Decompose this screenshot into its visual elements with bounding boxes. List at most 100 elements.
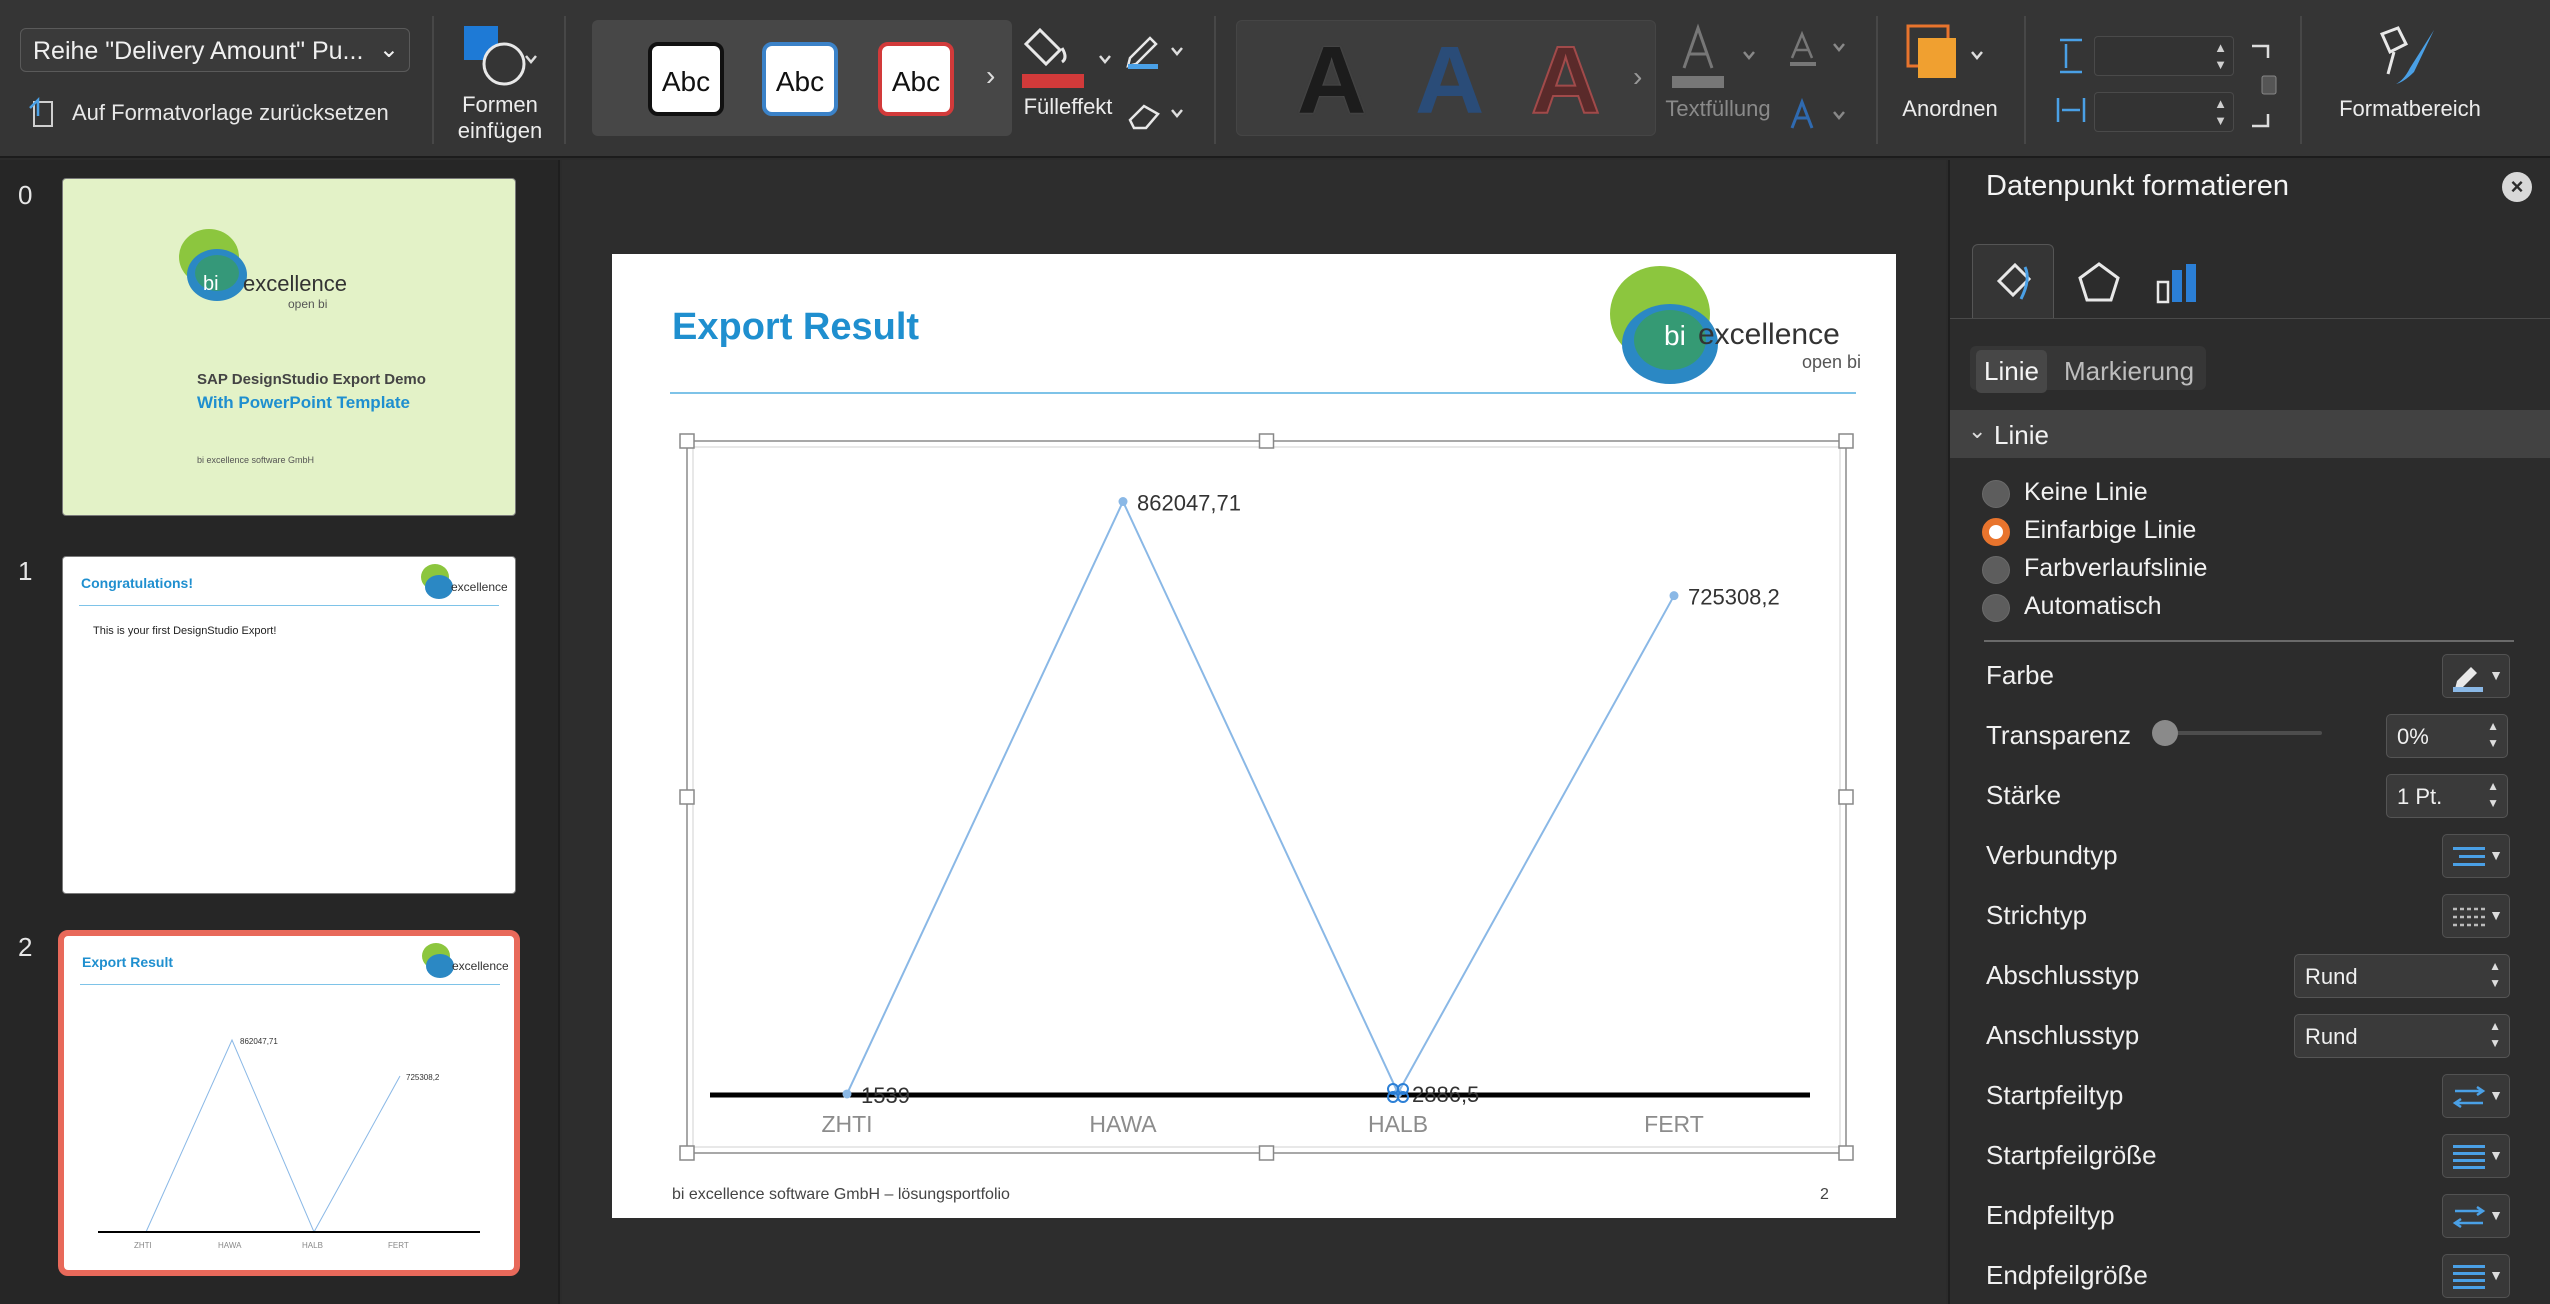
gallery-more-icon[interactable]: ›: [1633, 61, 1642, 93]
reset-style-button[interactable]: Auf Formatvorlage zurücksetzen: [24, 94, 424, 134]
data-label[interactable]: 1539: [861, 1083, 910, 1108]
slide-thumbnails-panel: 0 excellence open bi bi SAP DesignStudio…: [0, 160, 560, 1304]
wordart-style[interactable]: A: [1530, 32, 1601, 130]
stepper-icon[interactable]: ▲ ▼: [2487, 718, 2499, 752]
text-fill-button[interactable]: Textfüllung: [1660, 22, 1771, 132]
arrow-type-icon: [2452, 1085, 2486, 1109]
cap-type-select[interactable]: Rund ▲ ▼: [2294, 954, 2510, 998]
resize-handle[interactable]: [679, 789, 695, 805]
effects-button[interactable]: [1124, 96, 1190, 136]
bar-chart-icon: [2156, 264, 2196, 304]
thumb-body: This is your first DesignStudio Export!: [93, 625, 277, 637]
transparency-input[interactable]: 0% ▲ ▼: [2386, 714, 2508, 758]
arrow-size-icon: [2453, 1145, 2485, 1169]
end-arrow-type-dropdown[interactable]: ▼: [2442, 1194, 2510, 1238]
slide-thumbnail-1[interactable]: Congratulations! excellence This is your…: [62, 556, 516, 894]
text-effects-button[interactable]: [1786, 96, 1852, 136]
dash-type-dropdown[interactable]: ▼: [2442, 894, 2510, 938]
dash-type-label: Strichtyp: [1986, 900, 2088, 930]
resize-handle[interactable]: [1838, 433, 1854, 449]
chart-plot-border: [692, 446, 1841, 1148]
shape-width-input[interactable]: ▲ ▼: [2094, 92, 2234, 132]
width-icon: [2056, 98, 2086, 122]
pentagon-icon: [2078, 262, 2120, 302]
transparency-slider-track[interactable]: [2162, 731, 2322, 735]
lock-aspect-icon[interactable]: [2248, 40, 2278, 132]
wordart-style[interactable]: A: [1415, 33, 1484, 129]
slide: Export Result bi excellence open bi 1539…: [612, 254, 1896, 1218]
paint-bucket-icon: [1022, 27, 1111, 88]
begin-arrow-type-label: Startpfeiltyp: [1986, 1080, 2124, 1110]
bi-logo-icon: excellence: [421, 564, 507, 599]
data-point[interactable]: [1669, 591, 1679, 601]
height-icon: [2060, 38, 2082, 74]
resize-handle[interactable]: [679, 1145, 695, 1161]
gallery-more-icon[interactable]: ›: [986, 60, 995, 92]
subtab-markierung[interactable]: Markierung: [2064, 356, 2194, 387]
arrange-button[interactable]: Anordnen: [1890, 22, 2010, 132]
line-width-input[interactable]: 1 Pt. ▲ ▼: [2386, 774, 2508, 818]
svg-text:excellence: excellence: [451, 580, 507, 594]
data-point[interactable]: [842, 1089, 852, 1099]
text-fill-icon: [1672, 23, 1755, 88]
data-label[interactable]: 725308,2: [1688, 585, 1780, 610]
close-icon[interactable]: ×: [2502, 172, 2532, 202]
line-color-button[interactable]: [1124, 30, 1190, 70]
transparency-slider-thumb[interactable]: [2152, 720, 2178, 746]
shape-style-swatch[interactable]: Abc: [762, 42, 838, 116]
radio-einfarbige-linie[interactable]: [1982, 518, 2010, 546]
end-arrow-size-dropdown[interactable]: ▼: [2442, 1254, 2510, 1298]
ribbon: Reihe "Delivery Amount" Pu... ⌄ Auf Form…: [0, 0, 2550, 158]
series-line[interactable]: [846, 499, 1675, 1096]
svg-text:HAWA: HAWA: [218, 1241, 242, 1250]
radio-farbverlaufslinie[interactable]: [1982, 556, 2010, 584]
x-tick-label: HAWA: [1089, 1111, 1157, 1137]
format-pane-button[interactable]: Formatbereich: [2322, 22, 2498, 132]
resize-handle[interactable]: [1258, 433, 1275, 449]
shape-style-swatch[interactable]: Abc: [878, 42, 954, 116]
eraser-icon: [1128, 104, 1183, 130]
resize-handle[interactable]: [1258, 1145, 1275, 1161]
shape-style-swatch[interactable]: Abc: [648, 42, 724, 116]
chart-element-select[interactable]: Reihe "Delivery Amount" Pu... ⌄: [20, 28, 410, 72]
arrow-size-icon: [2453, 1265, 2485, 1289]
join-type-select[interactable]: Rund ▲ ▼: [2294, 1014, 2510, 1058]
color-label: Farbe: [1986, 660, 2054, 690]
tab-fill-line[interactable]: [1972, 244, 2054, 318]
slide-page-number: 2: [1820, 1186, 1829, 1203]
text-outline-button[interactable]: [1786, 30, 1852, 70]
stepper-icon: ▲ ▼: [2489, 959, 2501, 990]
thumb-title: Congratulations!: [81, 575, 193, 591]
paint-bucket-icon: [1996, 262, 2032, 300]
radio-keine-linie[interactable]: [1982, 480, 2010, 508]
section-header-linie[interactable]: ⌄ Linie: [1950, 410, 2550, 458]
shape-height-input[interactable]: ▲ ▼: [2094, 36, 2234, 76]
x-tick-label: HALB: [1368, 1111, 1428, 1137]
insert-shapes-button[interactable]: Formen einfügen: [450, 18, 550, 146]
ribbon-divider: [1214, 16, 1216, 144]
data-point[interactable]: [1118, 497, 1128, 507]
stepper-icon[interactable]: ▲ ▼: [2487, 778, 2499, 812]
fill-effect-button[interactable]: Fülleffekt: [1018, 18, 1122, 128]
x-tick-label: FERT: [1644, 1111, 1704, 1137]
wordart-style[interactable]: A: [1297, 33, 1366, 129]
tab-series-options[interactable]: [2142, 254, 2212, 314]
compound-type-dropdown[interactable]: ▼: [2442, 834, 2510, 878]
begin-arrow-type-dropdown[interactable]: ▼: [2442, 1074, 2510, 1118]
slide-thumbnail-0[interactable]: excellence open bi bi SAP DesignStudio E…: [62, 178, 516, 516]
resize-handle[interactable]: [679, 433, 695, 449]
begin-arrow-size-dropdown[interactable]: ▼: [2442, 1134, 2510, 1178]
pen-icon: [1126, 36, 1183, 69]
line-color-picker[interactable]: ▼: [2442, 654, 2510, 698]
slide-thumbnail-2[interactable]: Export Result excellence 862047,71 72530…: [58, 930, 520, 1276]
resize-handle[interactable]: [1838, 789, 1854, 805]
pane-title: Datenpunkt formatieren: [1986, 170, 2290, 202]
data-label[interactable]: 862047,71: [1137, 491, 1241, 516]
section-title: Linie: [1994, 420, 2049, 450]
line-chart[interactable]: 1539 862047,71 2886,5 725308,2 ZHTI HAWA HALB F…: [612, 254, 1896, 1218]
tab-effects[interactable]: [2062, 254, 2132, 314]
data-label[interactable]: 2886,5: [1412, 1082, 1479, 1107]
subtab-linie[interactable]: Linie: [1976, 350, 2047, 393]
radio-automatisch[interactable]: [1982, 594, 2010, 622]
resize-handle[interactable]: [1838, 1145, 1854, 1161]
